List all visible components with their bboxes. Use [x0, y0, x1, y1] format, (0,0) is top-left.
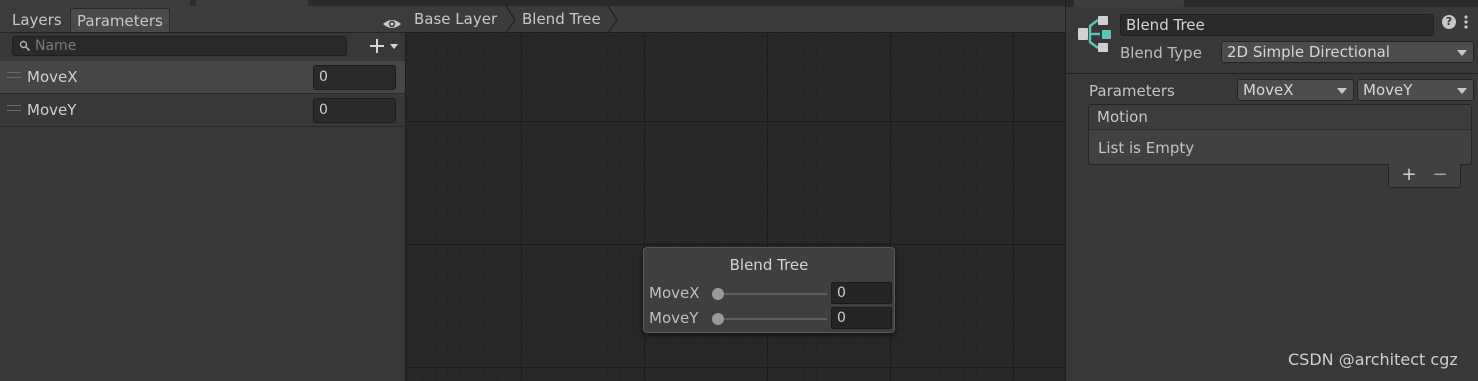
node-slider-track[interactable]: [717, 318, 827, 320]
node-slider-thumb[interactable]: [712, 313, 724, 325]
dropdown-arrow-icon: [1457, 50, 1467, 56]
parameter-x-value: MoveX: [1243, 81, 1294, 99]
eye-icon[interactable]: [382, 16, 402, 32]
node-parameter-label: MoveY: [649, 309, 699, 327]
blend-type-value: 2D Simple Directional: [1227, 43, 1390, 61]
node-parameter-label: MoveX: [649, 284, 700, 302]
blend-type-dropdown[interactable]: 2D Simple Directional: [1221, 41, 1474, 63]
tab-strip-segment: [1074, 0, 1184, 7]
parameter-y-value: MoveY: [1363, 81, 1413, 99]
divider: [1066, 73, 1478, 74]
dropdown-arrow-icon: [1337, 88, 1347, 94]
tab-parameters[interactable]: Parameters: [70, 8, 170, 32]
parameter-name: MoveY: [27, 101, 77, 119]
parameter-y-dropdown[interactable]: MoveY: [1357, 79, 1474, 101]
watermark: CSDN @architect cgz: [1288, 350, 1458, 369]
node-slider-track[interactable]: [717, 293, 827, 295]
blend-tree-icon: [1078, 16, 1111, 52]
search-input[interactable]: [35, 37, 335, 55]
motion-list-footer: + −: [1388, 164, 1461, 188]
parameter-value-field[interactable]: 0: [313, 98, 396, 123]
node-parameter-row: MoveY 0: [644, 307, 894, 329]
remove-motion-button[interactable]: −: [1431, 166, 1449, 184]
top-tab-strip: [1066, 0, 1478, 7]
blend-tree-node[interactable]: Blend Tree MoveX 0 MoveY 0: [643, 247, 895, 333]
animator-graph[interactable]: Base Layer Blend Tree Blend Tree MoveX 0…: [406, 0, 1065, 381]
blend-tree-name-field[interactable]: Blend Tree: [1120, 14, 1434, 36]
node-title: Blend Tree: [729, 256, 809, 274]
tab-layers[interactable]: Layers: [6, 8, 68, 32]
parameter-row[interactable]: MoveX 0: [0, 61, 405, 94]
search-icon: [19, 40, 31, 52]
node-parameter-value[interactable]: 0: [831, 282, 892, 304]
motion-list: Motion List is Empty: [1088, 104, 1472, 165]
breadcrumb-separator-icon: [505, 6, 516, 33]
more-options-icon[interactable]: [1463, 14, 1469, 30]
breadcrumb: Base Layer Blend Tree: [406, 6, 1065, 33]
parameter-row[interactable]: MoveY 0: [0, 94, 405, 127]
blend-type-label: Blend Type: [1120, 44, 1202, 62]
node-slider-thumb[interactable]: [712, 288, 724, 300]
inspector-panel: Blend Tree ? Blend Type 2D Simple Direct…: [1065, 0, 1478, 381]
dropdown-arrow-icon: [1457, 88, 1467, 94]
parameter-name: MoveX: [27, 68, 78, 86]
parameters-panel: Layers Parameters MoveX 0 MoveY 0: [0, 0, 406, 381]
parameters-label: Parameters: [1089, 82, 1175, 100]
add-parameter-button[interactable]: [368, 36, 404, 56]
breadcrumb-base-layer[interactable]: Base Layer: [414, 6, 497, 33]
parameter-value-field[interactable]: 0: [313, 65, 396, 90]
node-parameter-row: MoveX 0: [644, 282, 894, 304]
drag-handle-icon[interactable]: [7, 105, 21, 111]
breadcrumb-separator-icon: [607, 6, 618, 33]
motion-list-empty-text: List is Empty: [1098, 139, 1195, 157]
search-row: [0, 33, 406, 59]
motion-list-header: Motion: [1089, 105, 1471, 130]
drag-handle-icon[interactable]: [7, 72, 21, 78]
node-parameter-value[interactable]: 0: [831, 307, 892, 329]
parameter-x-dropdown[interactable]: MoveX: [1237, 79, 1354, 101]
add-motion-button[interactable]: +: [1400, 166, 1418, 184]
breadcrumb-blend-tree[interactable]: Blend Tree: [522, 6, 601, 33]
panel-tabs: Layers Parameters: [0, 6, 406, 33]
search-field[interactable]: [12, 36, 347, 56]
help-icon[interactable]: ?: [1442, 15, 1456, 29]
